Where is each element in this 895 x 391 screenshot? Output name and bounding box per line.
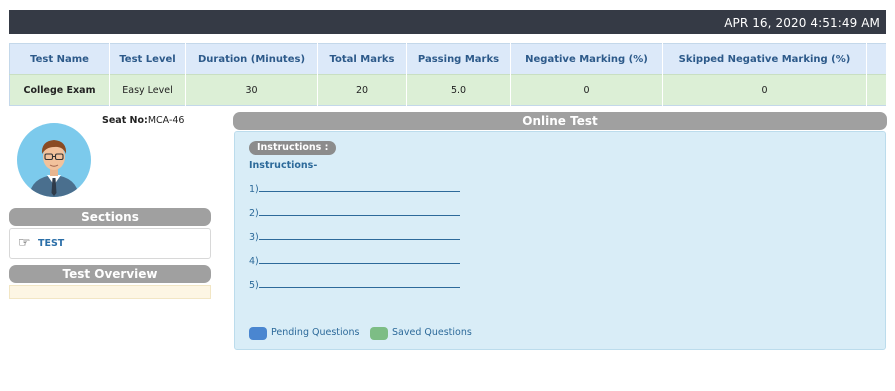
top-bar: APR 16, 2020 4:51:49 AM — [9, 10, 886, 34]
col-header-duration: Duration (Minutes) — [185, 43, 318, 75]
test-overview-panel — [9, 285, 211, 299]
cell-spacer — [866, 74, 887, 106]
instructions-heading: Instructions- — [249, 160, 318, 171]
datetime-display: APR 16, 2020 4:51:49 AM — [724, 16, 880, 30]
legend-pending-questions: Pending Questions — [271, 327, 360, 338]
instruction-line-3: 3) — [249, 231, 460, 243]
col-header-spacer — [866, 43, 887, 75]
col-header-test-level: Test Level — [109, 43, 186, 75]
instructions-badge: Instructions : — [249, 141, 337, 155]
instruction-line-4: 4) — [249, 255, 460, 267]
online-test-header: Online Test — [233, 112, 887, 130]
instruction-line-1: 1) — [249, 183, 460, 195]
col-header-test-name: Test Name — [9, 43, 110, 75]
pointing-hand-icon: ☞ — [18, 235, 31, 251]
table-row: College Exam Easy Level 30 20 5.0 0 0 — [9, 74, 887, 106]
col-header-skipped-negative-marking: Skipped Negative Marking (%) — [662, 43, 867, 75]
seat-number-value: MCA-46 — [147, 115, 185, 126]
pending-swatch — [249, 327, 267, 340]
sections-header: Sections — [9, 208, 211, 226]
section-item-test[interactable]: TEST — [38, 238, 64, 249]
table-header-row: Test Name Test Level Duration (Minutes) … — [9, 43, 887, 75]
cell-duration: 30 — [185, 74, 318, 106]
exam-info-table: Test Name Test Level Duration (Minutes) … — [9, 43, 887, 106]
cell-test-name: College Exam — [9, 74, 110, 106]
col-header-passing-marks: Passing Marks — [406, 43, 511, 75]
seat-number: Seat No:MCA-46 — [102, 115, 184, 126]
seat-number-label: Seat No: — [102, 115, 148, 126]
avatar — [17, 123, 91, 197]
saved-swatch — [370, 327, 388, 340]
cell-total-marks: 20 — [317, 74, 407, 106]
cell-negative-marking: 0 — [510, 74, 663, 106]
online-test-panel: Instructions : Instructions- 1) 2) 3) 4)… — [234, 131, 886, 350]
user-avatar-icon — [29, 140, 79, 197]
col-header-negative-marking: Negative Marking (%) — [510, 43, 663, 75]
sections-list: ☞ TEST — [9, 228, 211, 259]
instruction-line-5: 5) — [249, 279, 460, 291]
instruction-line-2: 2) — [249, 207, 460, 219]
legend-saved-questions: Saved Questions — [392, 327, 472, 338]
col-header-total-marks: Total Marks — [317, 43, 407, 75]
test-overview-header: Test Overview — [9, 265, 211, 283]
cell-test-level: Easy Level — [109, 74, 186, 106]
cell-skipped-negative-marking: 0 — [662, 74, 867, 106]
cell-passing-marks: 5.0 — [406, 74, 511, 106]
